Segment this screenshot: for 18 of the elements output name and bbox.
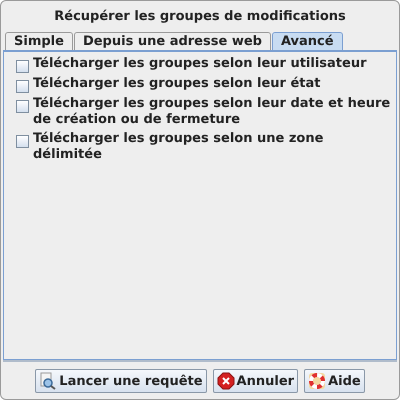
checkbox-label: Télécharger les groupes selon leur utilisateur [33,56,368,72]
checkbox[interactable] [16,80,29,93]
checkbox-label: Télécharger les groupes selon une zone délimitée [33,131,324,163]
checkbox[interactable] [16,60,29,73]
tab[interactable]: Depuis une adresse web [74,32,271,50]
window-title: Récupérer les groupes de modifications [53,8,347,26]
cancel-icon [216,372,235,390]
lifebuoy-icon [308,372,326,390]
cancel-button[interactable]: Annuler [212,369,298,393]
query-button[interactable]: Lancer une requête [35,369,207,393]
tab[interactable]: Simple [5,32,73,50]
checkbox[interactable] [16,135,29,148]
help-button[interactable]: Aide [304,369,365,393]
checkbox[interactable] [16,100,29,113]
checkbox-label: Télécharger les groupes selon leur date et heure de création ou de fermeture [33,96,392,128]
checkbox-label: Télécharger les groupes selon leur état [33,76,322,92]
tab[interactable]: Avancé [272,32,343,50]
magnifier-icon [39,372,58,390]
